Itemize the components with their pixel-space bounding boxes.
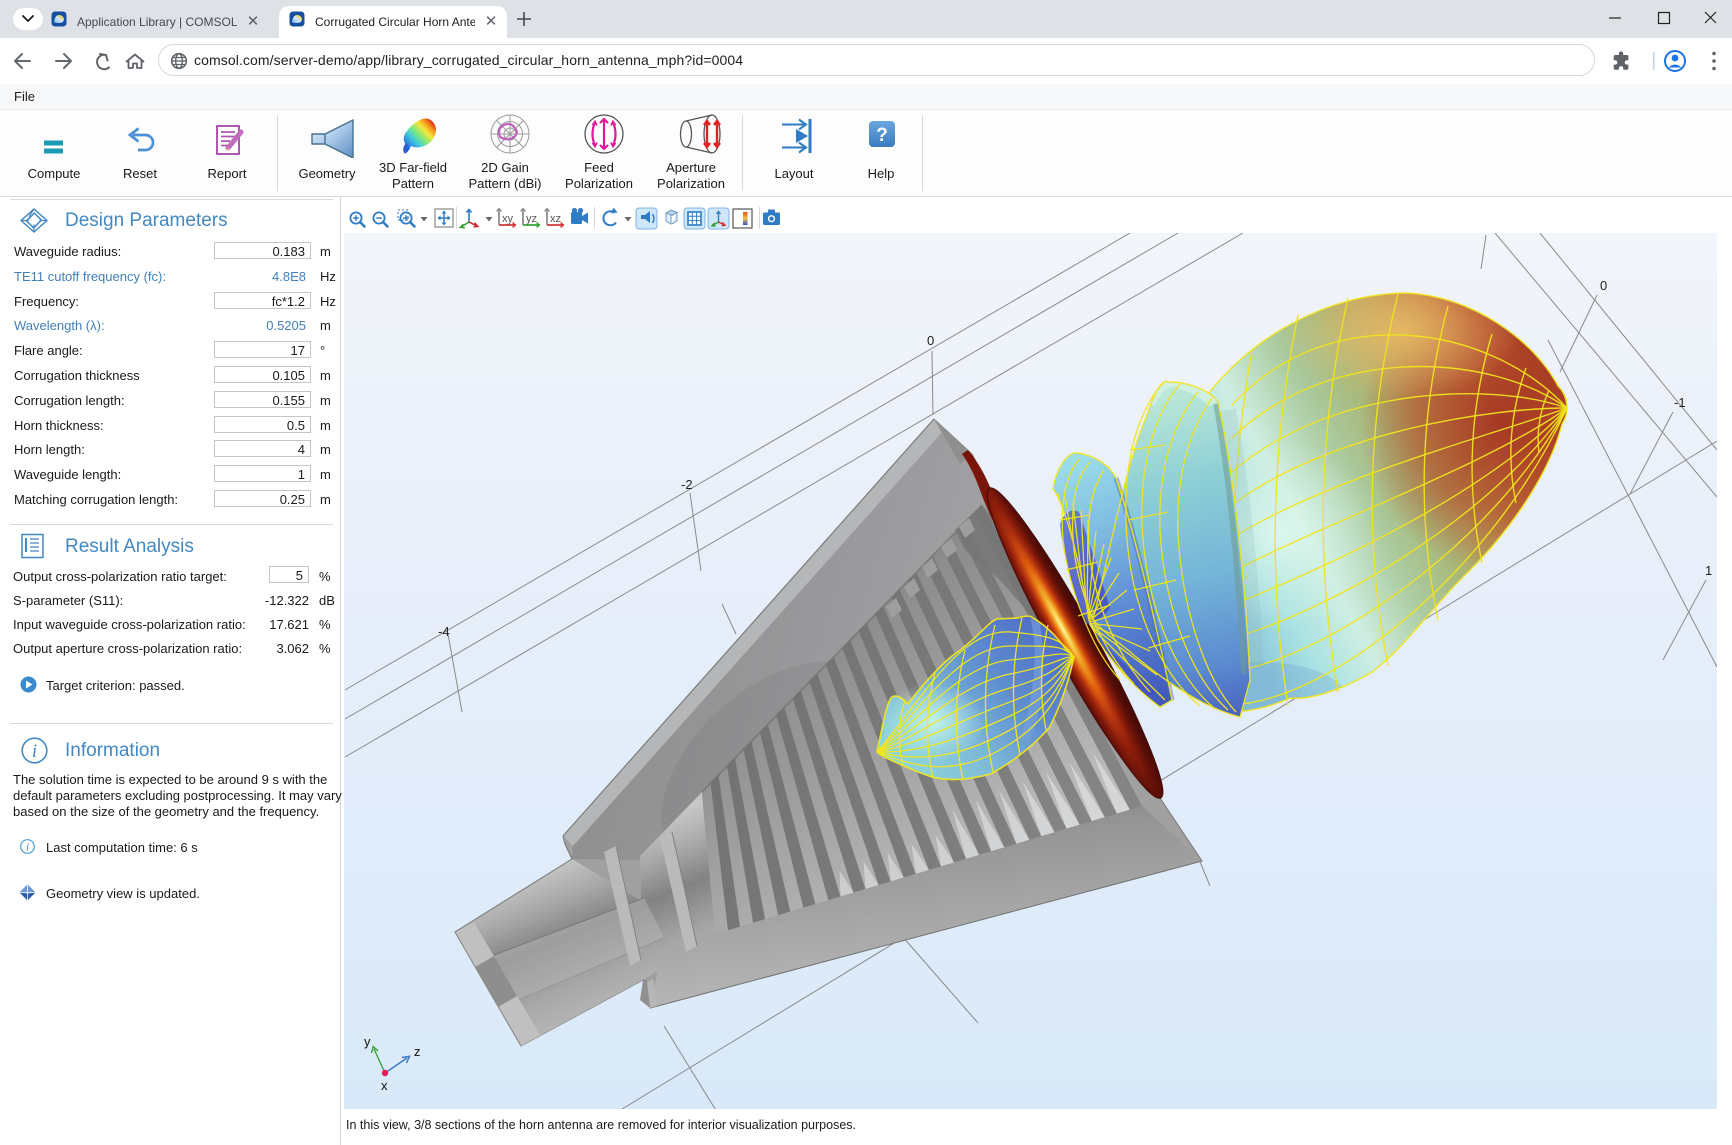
svg-text:1: 1	[1705, 563, 1712, 578]
svg-text:0: 0	[1600, 278, 1607, 293]
svg-text:-1: -1	[1674, 395, 1686, 410]
svg-text:-4: -4	[438, 624, 450, 639]
svg-text:yz: yz	[526, 213, 537, 225]
svg-text:i: i	[26, 842, 29, 854]
svg-text:y: y	[364, 1034, 371, 1049]
svg-text:xz: xz	[550, 213, 561, 225]
svg-text:xy: xy	[502, 213, 514, 225]
svg-text:-2: -2	[681, 477, 693, 492]
svg-text:i: i	[32, 741, 37, 762]
svg-text:z: z	[414, 1044, 421, 1059]
svg-text:x: x	[381, 1078, 388, 1093]
svg-text:0: 0	[927, 333, 934, 348]
svg-text:?: ?	[876, 125, 888, 146]
